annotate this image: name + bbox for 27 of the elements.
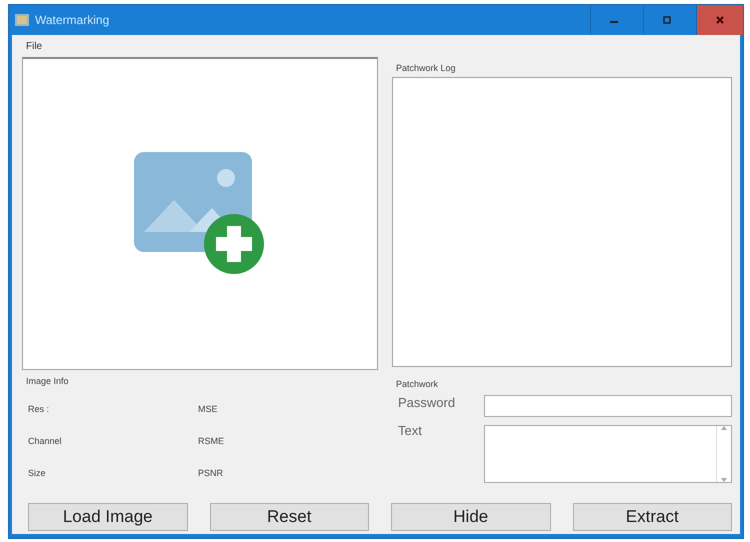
metric-label: MSE: [198, 404, 219, 414]
field-label: Res :: [28, 404, 50, 414]
app-icon: [15, 14, 29, 26]
close-icon: [715, 15, 725, 25]
text-area[interactable]: [484, 425, 732, 483]
section-label: Patchwork Log: [395, 62, 457, 75]
field-label: Channel: [28, 436, 63, 446]
action-button[interactable]: Extract: [572, 503, 732, 531]
scroll-down-icon[interactable]: [721, 478, 727, 482]
field-label: Text: [398, 423, 423, 438]
section-label: Patchwork: [395, 378, 440, 391]
menu-item[interactable]: File: [22, 40, 46, 52]
close-button[interactable]: [696, 5, 743, 35]
add-image-icon: [134, 152, 266, 276]
field-label: Size: [28, 468, 47, 478]
scroll-up-icon[interactable]: [721, 426, 727, 430]
password-field[interactable]: [484, 395, 732, 417]
metric-label: RSME: [198, 436, 226, 446]
action-button[interactable]: Hide: [391, 503, 550, 531]
section-label: Image Info: [25, 375, 70, 388]
metric-label: PSNR: [198, 468, 224, 478]
window-title: Watermarking: [35, 13, 110, 27]
action-button[interactable]: Load Image: [28, 503, 188, 531]
maximize-icon: [662, 15, 672, 25]
field-label: Password: [398, 395, 456, 410]
image-box[interactable]: [22, 57, 378, 370]
action-button[interactable]: Reset: [210, 503, 369, 531]
